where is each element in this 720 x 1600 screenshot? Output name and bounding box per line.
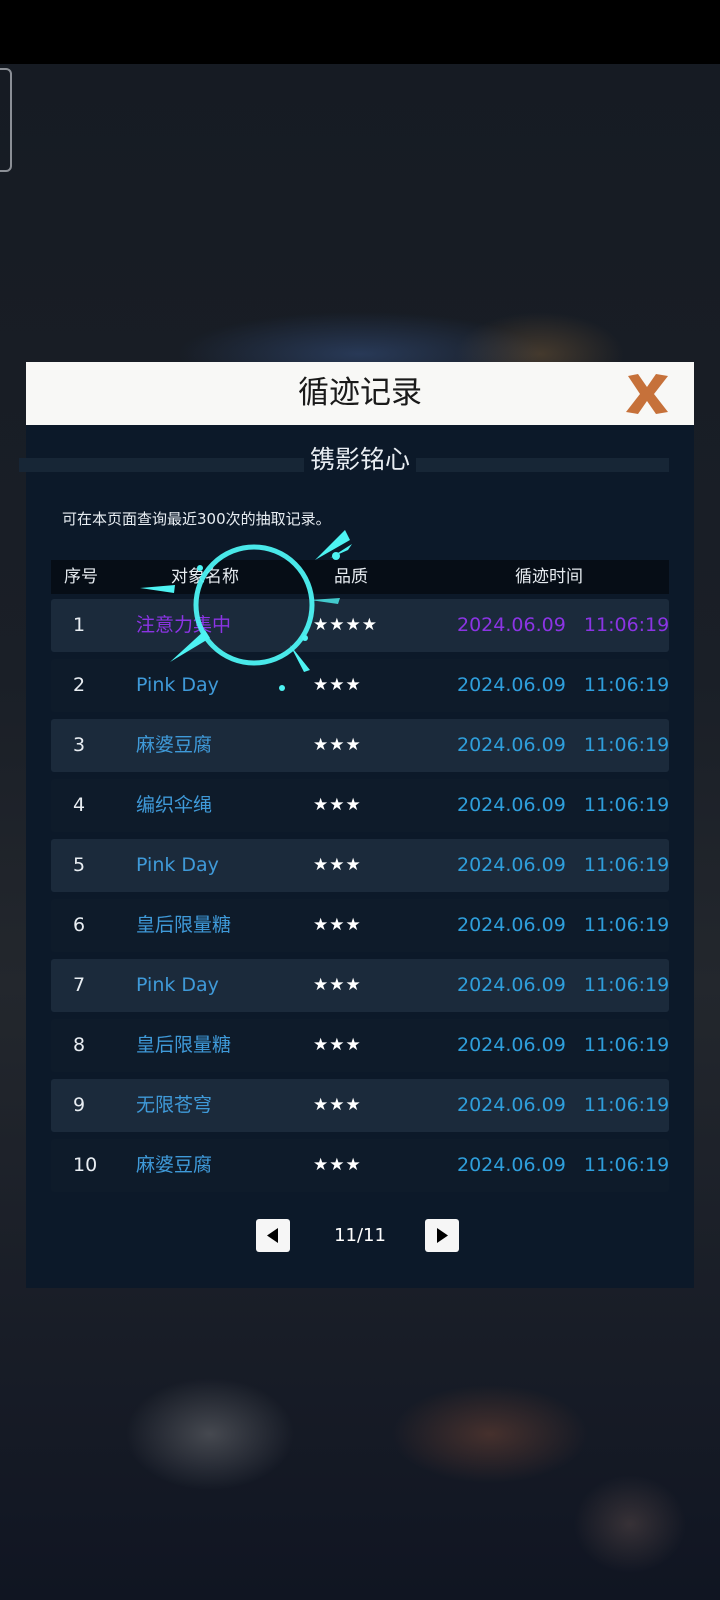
row-time: 2024.06.09 11:06:19 <box>457 674 670 696</box>
row-item-name: 注意力集中 <box>136 614 232 636</box>
row-time: 2024.06.09 11:06:19 <box>457 794 670 816</box>
row-quality-stars: ★★★ <box>313 1095 362 1115</box>
row-quality-stars: ★★★ <box>313 1035 362 1055</box>
table-row: 8 皇后限量糖 ★★★ 2024.06.09 11:06:19 <box>51 1019 669 1072</box>
row-quality-stars: ★★★ <box>313 675 362 695</box>
row-time: 2024.06.09 11:06:19 <box>457 854 670 876</box>
dialog-header: 循迹记录 <box>26 362 694 425</box>
table-row: 6 皇后限量糖 ★★★ 2024.06.09 11:06:19 <box>51 899 669 952</box>
row-quality-stars: ★★★ <box>313 1155 362 1175</box>
row-index: 1 <box>73 614 86 636</box>
row-quality-stars: ★★★ <box>313 735 362 755</box>
row-index: 5 <box>73 854 86 876</box>
banner-title-text: 镌影铭心 <box>303 445 416 474</box>
row-time: 2024.06.09 11:06:19 <box>457 974 670 996</box>
close-button[interactable] <box>622 370 672 418</box>
row-time: 2024.06.09 11:06:19 <box>457 1154 670 1176</box>
row-item-name: Pink Day <box>136 674 219 696</box>
table-row: 4 编织伞绳 ★★★ 2024.06.09 11:06:19 <box>51 779 669 832</box>
left-edge-frame <box>0 68 12 172</box>
row-item-name: 无限苍穹 <box>136 1094 213 1116</box>
row-time: 2024.06.09 11:06:19 <box>457 734 670 756</box>
table-row: 9 无限苍穹 ★★★ 2024.06.09 11:06:19 <box>51 1079 669 1132</box>
row-item-name: 麻婆豆腐 <box>136 1154 213 1176</box>
row-quality-stars: ★★★ <box>313 915 362 935</box>
table-row: 5 Pink Day ★★★ 2024.06.09 11:06:19 <box>51 839 669 892</box>
row-item-name: Pink Day <box>136 854 219 876</box>
row-item-name: 皇后限量糖 <box>136 914 232 936</box>
row-time: 2024.06.09 11:06:19 <box>457 614 670 636</box>
table-row: 10 麻婆豆腐 ★★★ 2024.06.09 11:06:19 <box>51 1139 669 1192</box>
table-row: 3 麻婆豆腐 ★★★ 2024.06.09 11:06:19 <box>51 719 669 772</box>
row-time: 2024.06.09 11:06:19 <box>457 1094 670 1116</box>
page-indicator: 11/11 <box>334 1225 386 1246</box>
row-index: 7 <box>73 974 86 996</box>
row-quality-stars: ★★★★ <box>313 615 378 635</box>
hint-text: 可在本页面查询最近300次的抽取记录。 <box>62 510 331 528</box>
row-item-name: Pink Day <box>136 974 219 996</box>
column-header-index: 序号 <box>64 567 98 587</box>
dialog-title: 循迹记录 <box>298 375 422 411</box>
row-time: 2024.06.09 11:06:19 <box>457 914 670 936</box>
column-header-quality: 品质 <box>334 567 368 587</box>
close-icon <box>626 374 668 414</box>
column-header-time: 循迹时间 <box>515 567 583 587</box>
row-index: 4 <box>73 794 86 816</box>
column-header-name: 对象名称 <box>171 567 239 587</box>
triangle-right-icon <box>437 1228 448 1243</box>
row-index: 3 <box>73 734 86 756</box>
table-row: 7 Pink Day ★★★ 2024.06.09 11:06:19 <box>51 959 669 1012</box>
table-header: 序号 对象名称 品质 循迹时间 <box>51 560 669 594</box>
row-index: 2 <box>73 674 86 696</box>
row-index: 9 <box>73 1094 86 1116</box>
row-item-name: 麻婆豆腐 <box>136 734 213 756</box>
table-row: 2 Pink Day ★★★ 2024.06.09 11:06:19 <box>51 659 669 712</box>
row-quality-stars: ★★★ <box>313 855 362 875</box>
row-item-name: 皇后限量糖 <box>136 1034 232 1056</box>
status-bar <box>0 0 720 64</box>
row-quality-stars: ★★★ <box>313 795 362 815</box>
row-item-name: 编织伞绳 <box>136 794 213 816</box>
next-page-button[interactable] <box>425 1219 459 1252</box>
prev-page-button[interactable] <box>256 1219 290 1252</box>
table-row: 1 注意力集中 ★★★★ 2024.06.09 11:06:19 <box>51 599 669 652</box>
row-index: 8 <box>73 1034 86 1056</box>
row-quality-stars: ★★★ <box>313 975 362 995</box>
row-index: 6 <box>73 914 86 936</box>
row-time: 2024.06.09 11:06:19 <box>457 1034 670 1056</box>
banner-title: 镌影铭心 <box>0 440 720 476</box>
row-index: 10 <box>73 1154 98 1176</box>
triangle-left-icon <box>267 1228 278 1243</box>
